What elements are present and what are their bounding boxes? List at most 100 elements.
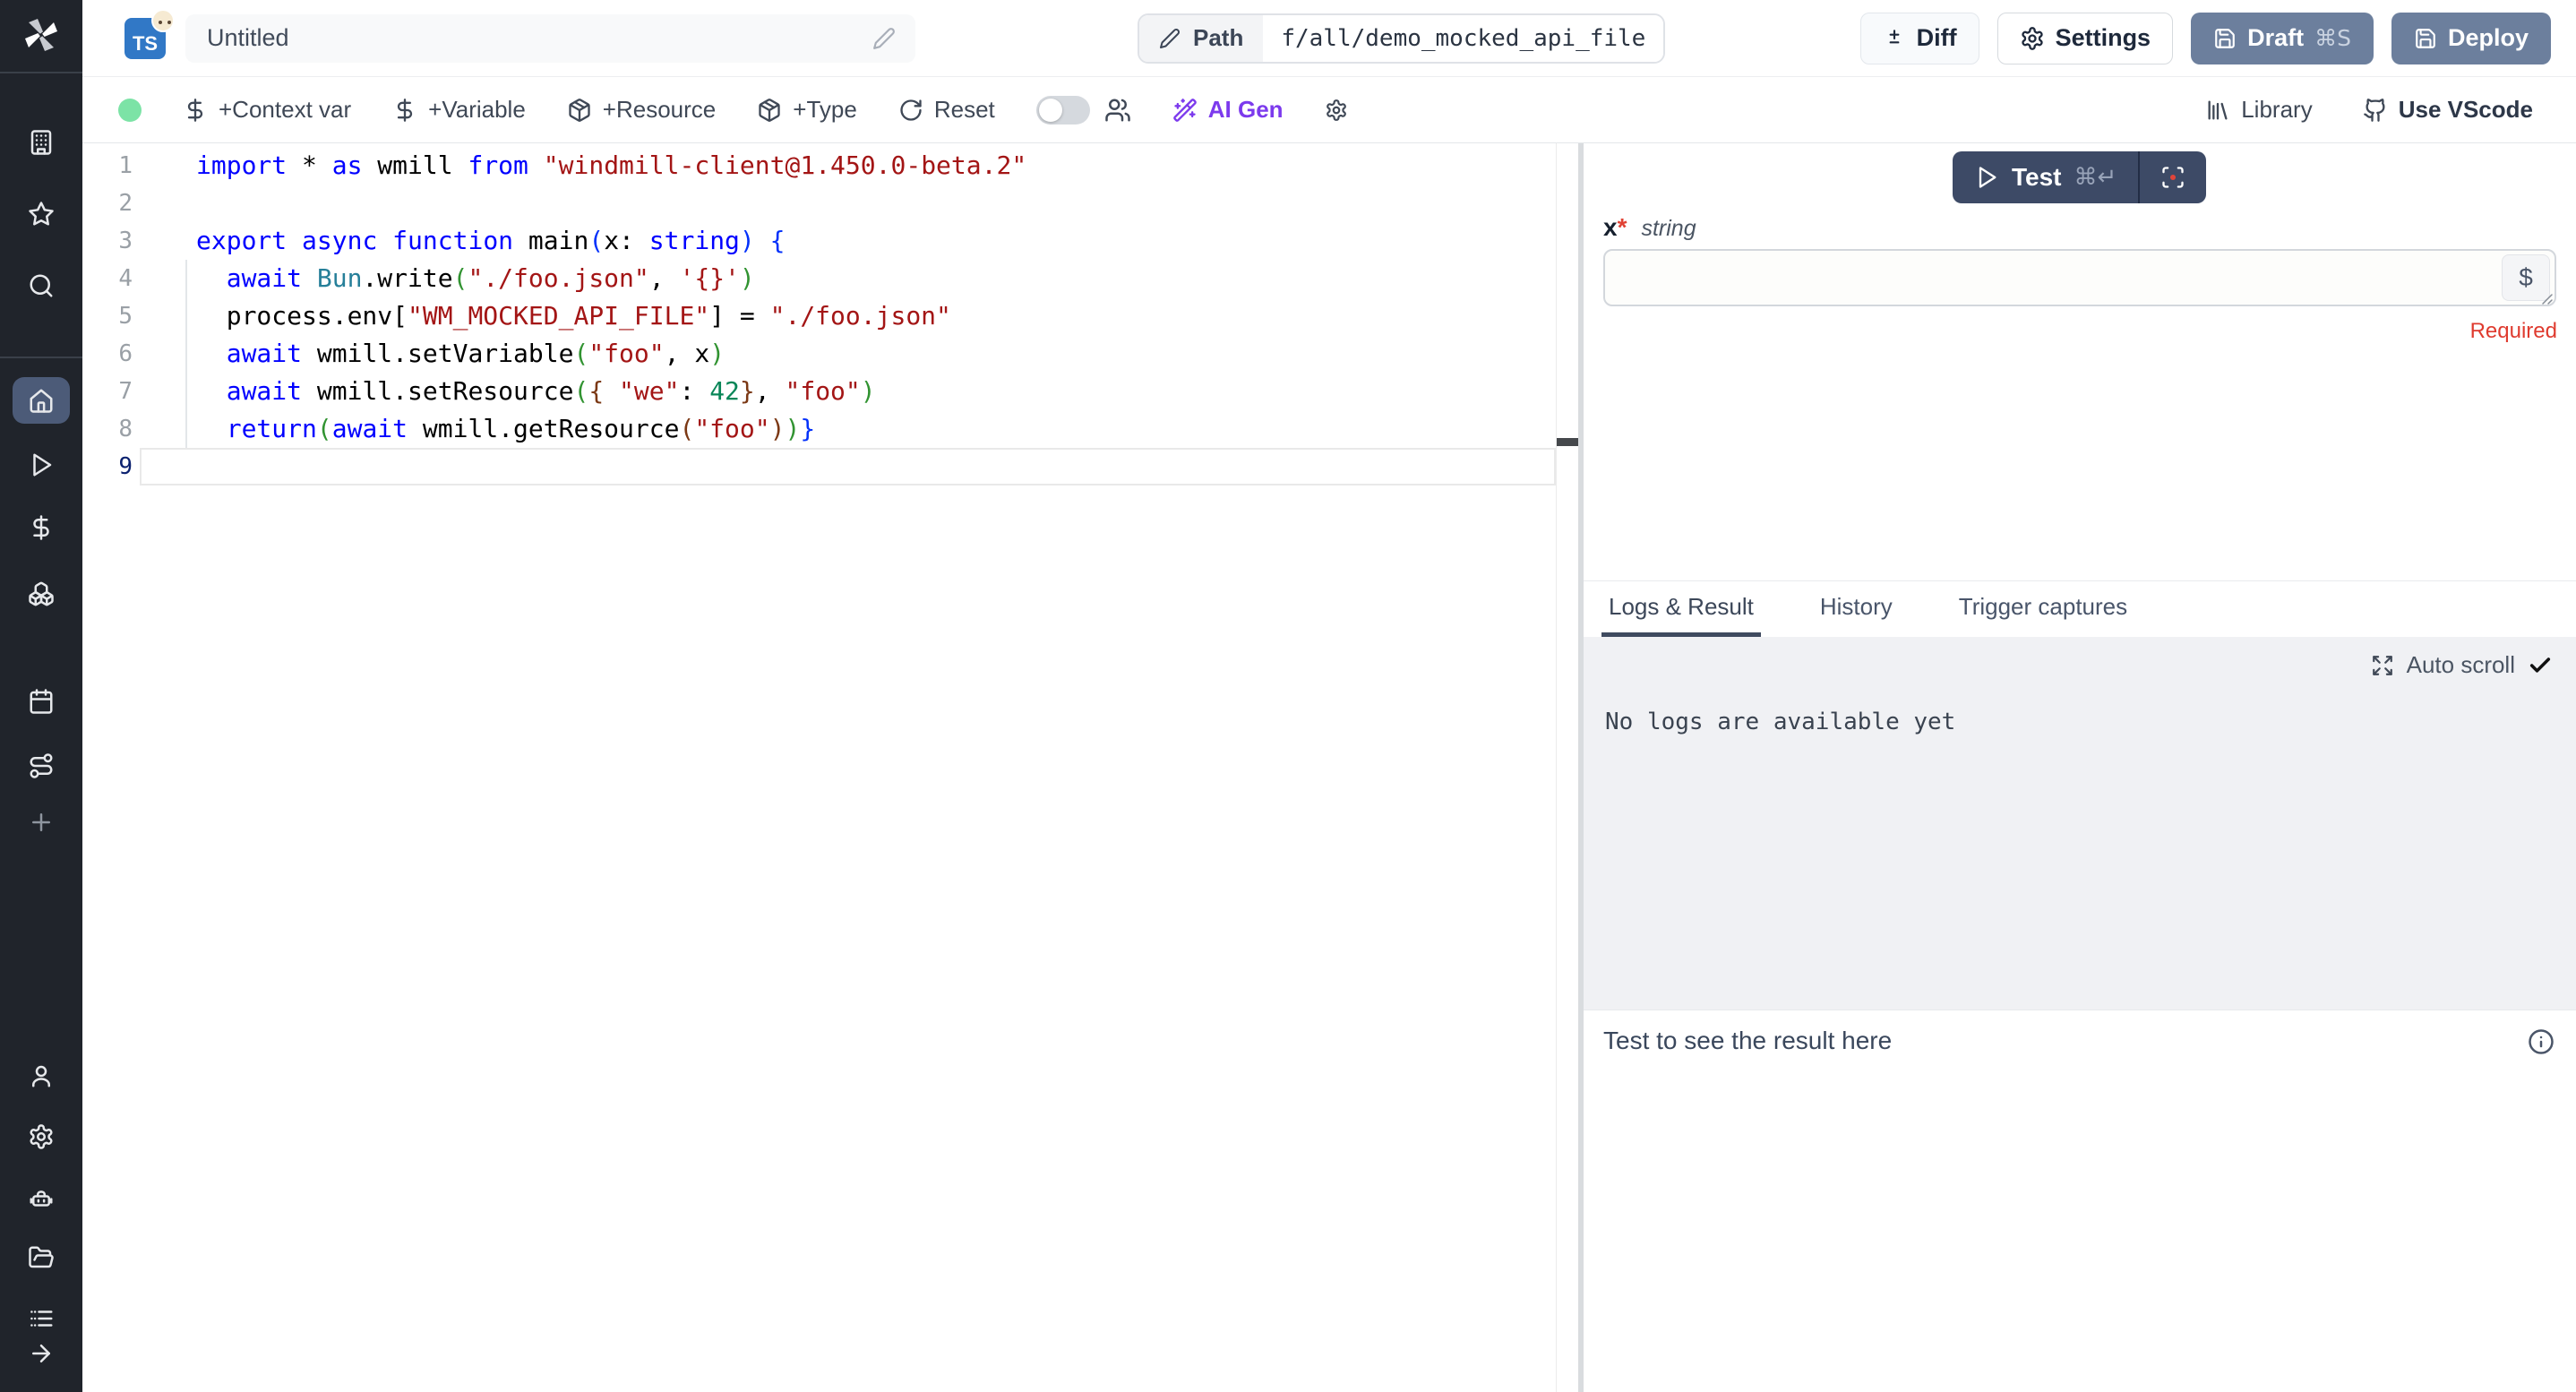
sidebar-item-user[interactable] bbox=[28, 1062, 55, 1089]
ai-gen-label: AI Gen bbox=[1208, 96, 1284, 124]
settings-button[interactable]: Settings bbox=[1997, 13, 2174, 64]
sidebar-item-folders[interactable] bbox=[28, 1244, 55, 1271]
sidebar-item-variables[interactable] bbox=[28, 514, 55, 541]
users-icon[interactable] bbox=[1104, 97, 1131, 124]
code-line-2[interactable]: 2 bbox=[82, 185, 1556, 222]
resize-grip-icon[interactable] bbox=[2541, 293, 2554, 305]
list-icon bbox=[28, 1305, 55, 1332]
add-variable-button[interactable]: +Variable bbox=[392, 96, 526, 124]
home-icon bbox=[28, 387, 55, 414]
editor-overview-ruler[interactable] bbox=[1556, 143, 1578, 1392]
code-editor[interactable]: 1import * as wmill from "windmill-client… bbox=[82, 143, 1556, 1392]
test-button[interactable]: Test ⌘↵ bbox=[1953, 151, 2138, 203]
argument-type: string bbox=[1641, 216, 1696, 242]
add-type-label: +Type bbox=[793, 96, 857, 124]
sidebar-item-search[interactable] bbox=[28, 272, 55, 299]
tab-history[interactable]: History bbox=[1813, 581, 1900, 637]
reset-button[interactable]: Reset bbox=[898, 96, 995, 124]
sidebar-item-runs[interactable] bbox=[28, 451, 55, 478]
diff-button[interactable]: Diff bbox=[1860, 13, 1979, 64]
library-button[interactable]: Library bbox=[2205, 96, 2312, 124]
auto-scroll-toggle[interactable]: Auto scroll bbox=[2371, 651, 2553, 679]
script-title-field[interactable]: Untitled bbox=[185, 14, 915, 63]
draft-button[interactable]: Draft ⌘S bbox=[2191, 13, 2374, 64]
result-tabs: Logs & Result History Trigger captures bbox=[1584, 581, 2576, 637]
argument-input-wrapper: $ bbox=[1603, 249, 2556, 306]
sidebar-item-workers[interactable] bbox=[28, 1185, 55, 1212]
editor-settings-gear-icon[interactable] bbox=[1325, 99, 1348, 122]
code-line-content[interactable]: await Bun.write("./foo.json", '{}') bbox=[140, 260, 1556, 297]
draft-shortcut: ⌘S bbox=[2314, 25, 2351, 51]
edit-pencil-icon[interactable] bbox=[872, 27, 896, 50]
sidebar-item-favorites[interactable] bbox=[28, 201, 55, 228]
dollar-icon bbox=[392, 98, 417, 123]
sidebar-item-workspace[interactable] bbox=[28, 129, 55, 156]
info-icon[interactable] bbox=[2528, 1028, 2555, 1055]
deploy-button[interactable]: Deploy bbox=[2391, 13, 2551, 64]
windmill-app: TS Untitled Path f/all/demo_mocked_api_f… bbox=[0, 0, 2576, 1392]
building-icon bbox=[28, 129, 55, 156]
use-vscode-button[interactable]: Use VScode bbox=[2363, 96, 2533, 124]
diff-icon bbox=[1883, 27, 1906, 50]
code-line-1[interactable]: 1import * as wmill from "windmill-client… bbox=[82, 147, 1556, 185]
cursor-position-marker bbox=[1557, 438, 1578, 446]
code-line-8[interactable]: 8 return(await wmill.getResource("foo"))… bbox=[82, 410, 1556, 448]
wand-sparkles-icon bbox=[1172, 98, 1198, 123]
ai-gen-button[interactable]: AI Gen bbox=[1172, 96, 1284, 124]
result-panel: Test to see the result here bbox=[1584, 1010, 2576, 1392]
sidebar-item-settings[interactable] bbox=[28, 1123, 55, 1150]
status-green-dot bbox=[118, 99, 142, 122]
add-type-button[interactable]: +Type bbox=[757, 96, 857, 124]
code-line-content[interactable]: export async function main(x: string) { bbox=[140, 222, 1556, 260]
language-badge-label: TS bbox=[133, 32, 158, 56]
bun-runtime-badge bbox=[151, 9, 175, 32]
code-line-6[interactable]: 6 await wmill.setVariable("foo", x) bbox=[82, 335, 1556, 373]
sidebar-item-add[interactable] bbox=[28, 809, 55, 836]
code-line-content[interactable]: return(await wmill.getResource("foo"))} bbox=[140, 410, 1556, 448]
diff-mode-toggle[interactable] bbox=[1036, 96, 1090, 125]
save-icon bbox=[2414, 27, 2437, 50]
capture-test-button[interactable] bbox=[2138, 151, 2206, 203]
sidebar-item-schedules[interactable] bbox=[28, 688, 55, 715]
code-line-content[interactable]: import * as wmill from "windmill-client@… bbox=[140, 147, 1556, 185]
add-resource-label: +Resource bbox=[603, 96, 716, 124]
sidebar-item-audit-logs[interactable] bbox=[28, 1305, 55, 1332]
add-context-var-button[interactable]: +Context var bbox=[183, 96, 351, 124]
path-button[interactable]: Path bbox=[1139, 15, 1263, 62]
sidebar-expand-button[interactable] bbox=[28, 1340, 55, 1367]
code-line-7[interactable]: 7 await wmill.setResource({ "we": 42}, "… bbox=[82, 373, 1556, 410]
code-line-4[interactable]: 4 await Bun.write("./foo.json", '{}') bbox=[82, 260, 1556, 297]
add-context-var-label: +Context var bbox=[219, 96, 351, 124]
tab-trigger-captures[interactable]: Trigger captures bbox=[1952, 581, 2134, 637]
library-label: Library bbox=[2241, 96, 2312, 124]
argument-input[interactable] bbox=[1605, 251, 2555, 305]
code-line-content[interactable]: await wmill.setVariable("foo", x) bbox=[140, 335, 1556, 373]
path-value[interactable]: f/all/demo_mocked_api_file bbox=[1263, 15, 1663, 62]
editor-toolbar: +Context var +Variable +Resource +Type R… bbox=[82, 77, 2576, 143]
code-line-5[interactable]: 5 process.env["WM_MOCKED_API_FILE"] = ".… bbox=[82, 297, 1556, 335]
code-line-content[interactable]: process.env["WM_MOCKED_API_FILE"] = "./f… bbox=[140, 297, 1556, 335]
test-button-group: Test ⌘↵ bbox=[1953, 151, 2206, 203]
code-lines: 1import * as wmill from "windmill-client… bbox=[82, 147, 1556, 485]
auto-scroll-label: Auto scroll bbox=[2407, 651, 2515, 679]
tab-logs-result[interactable]: Logs & Result bbox=[1601, 581, 1761, 637]
code-line-9[interactable]: 9 bbox=[82, 448, 1556, 485]
windmill-logo[interactable] bbox=[19, 13, 64, 57]
code-line-content[interactable]: await wmill.setResource({ "we": 42}, "fo… bbox=[140, 373, 1556, 410]
sidebar-item-triggers[interactable] bbox=[28, 752, 55, 779]
package-icon bbox=[757, 98, 782, 123]
refresh-icon bbox=[898, 98, 923, 123]
code-line-content[interactable] bbox=[140, 185, 1556, 222]
arrow-right-icon bbox=[28, 1340, 55, 1367]
deploy-label: Deploy bbox=[2448, 24, 2529, 52]
code-line-content[interactable] bbox=[140, 448, 1556, 485]
play-icon bbox=[1974, 165, 1999, 190]
required-hint: Required bbox=[2470, 319, 2557, 344]
code-line-3[interactable]: 3export async function main(x: string) { bbox=[82, 222, 1556, 260]
sidebar-item-home-active[interactable] bbox=[13, 377, 70, 424]
dollar-icon bbox=[28, 514, 55, 541]
sidebar-item-resources[interactable] bbox=[28, 580, 55, 607]
add-resource-button[interactable]: +Resource bbox=[567, 96, 716, 124]
argument-name: x bbox=[1603, 213, 1618, 242]
script-title: Untitled bbox=[207, 24, 872, 52]
